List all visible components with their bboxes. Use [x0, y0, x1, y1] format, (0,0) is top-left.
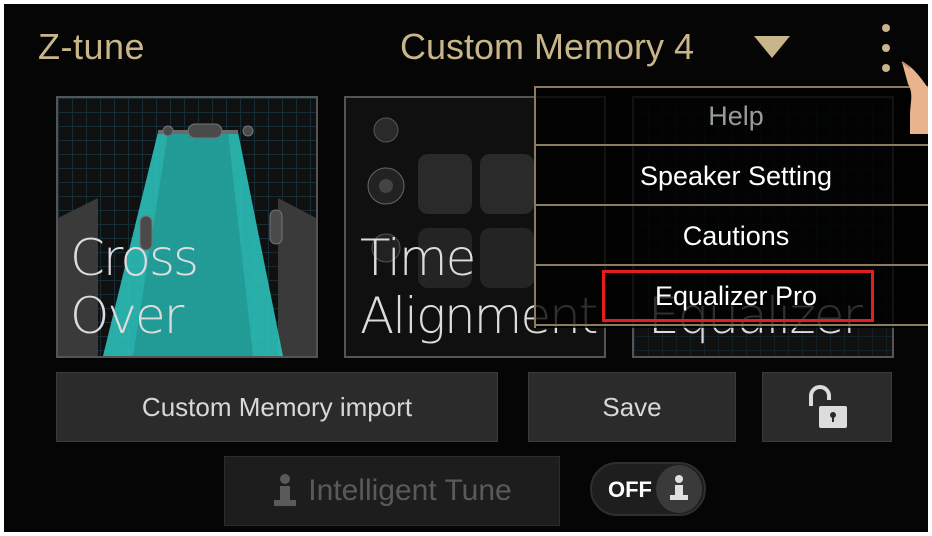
kebab-menu-icon[interactable]	[876, 22, 896, 78]
toggle-knob[interactable]	[656, 465, 702, 513]
kebab-dot	[882, 64, 890, 72]
crossover-label-line1: Cross	[70, 229, 199, 287]
menu-item-help[interactable]: Help	[536, 88, 928, 146]
time-alignment-label-line1: Time	[360, 229, 476, 287]
intelligent-tune-label: Intelligent Tune	[308, 474, 512, 507]
chevron-down-icon[interactable]	[754, 36, 790, 58]
crossover-label-line2: Over	[70, 287, 184, 345]
menu-item-cautions[interactable]: Cautions	[536, 208, 928, 266]
app-title: Z-tune	[38, 26, 146, 67]
kebab-dot	[882, 24, 890, 32]
hand-pointer-icon	[901, 61, 928, 134]
app-screen: Z-tune Custom Memory 4 Cross Over Time A…	[4, 4, 928, 532]
menu-item-speaker-setting[interactable]: Speaker Setting	[536, 148, 928, 206]
toggle-state: OFF	[608, 477, 652, 502]
preset-name[interactable]: Custom Memory 4	[400, 26, 694, 68]
lock-button[interactable]	[762, 372, 892, 442]
unlock-icon	[809, 385, 847, 428]
kebab-dot	[882, 44, 890, 52]
crossover-tile[interactable]: Cross Over	[56, 96, 318, 358]
person-icon	[670, 475, 688, 500]
intelligent-tune-toggle[interactable]: OFF	[590, 462, 706, 516]
intelligent-tune-button[interactable]: Intelligent Tune	[224, 456, 560, 526]
custom-memory-import-button[interactable]: Custom Memory import	[56, 372, 498, 442]
save-button[interactable]: Save	[528, 372, 736, 442]
highlight-box	[602, 270, 874, 322]
person-icon	[274, 474, 297, 506]
